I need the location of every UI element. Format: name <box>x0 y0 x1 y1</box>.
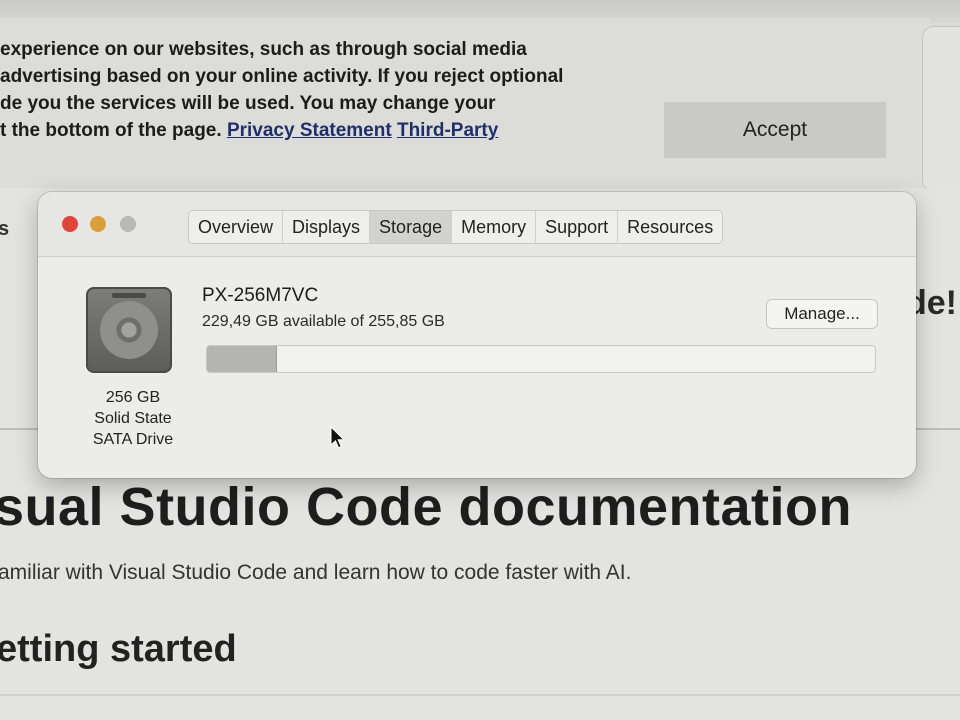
side-panel <box>922 26 960 192</box>
drive-name: PX-256M7VC <box>202 285 319 306</box>
hard-drive-icon <box>86 287 172 373</box>
page-title: sual Studio Code documentation <box>0 477 853 537</box>
drive-platter <box>100 301 158 359</box>
drive-caption: 256 GB Solid State SATA Drive <box>78 387 188 450</box>
cookie-line: de you the services will be used. You ma… <box>0 93 496 114</box>
tab-memory[interactable]: Memory <box>452 211 537 243</box>
minimize-button[interactable] <box>90 216 106 232</box>
divider <box>0 694 960 696</box>
third-party-link[interactable]: Third-Party <box>397 120 498 141</box>
tab-support[interactable]: Support <box>536 211 619 243</box>
drive-interface: SATA Drive <box>92 431 174 448</box>
close-button[interactable] <box>62 216 78 232</box>
storage-pane: 256 GB Solid State SATA Drive PX-256M7VC… <box>38 257 916 478</box>
tab-displays[interactable]: Displays <box>283 211 371 243</box>
drive-slot <box>112 293 146 298</box>
tab-resources[interactable]: Resources <box>618 211 722 243</box>
accept-button[interactable]: Accept <box>664 102 886 158</box>
tab-overview[interactable]: Overview <box>189 211 284 243</box>
cookie-text: experience on our websites, such as thro… <box>0 36 580 144</box>
privacy-statement-link[interactable]: Privacy Statement <box>227 120 392 141</box>
manage-button[interactable]: Manage... <box>766 299 878 329</box>
page-subtitle: amiliar with Visual Studio Code and lear… <box>0 561 632 584</box>
cookie-line: experience on our websites, such as thro… <box>0 39 527 60</box>
storage-usage-bar <box>206 345 876 373</box>
storage-used-segment <box>207 346 277 372</box>
cookie-line: t the bottom of the page. <box>0 120 222 141</box>
cookie-line: advertising based on your online activit… <box>0 66 564 87</box>
page-left-fragment: s <box>0 218 10 240</box>
arrow-cursor-icon <box>330 426 346 449</box>
cookie-line-last: t the bottom of the page. Privacy Statem… <box>0 117 580 144</box>
drive-availability: 229,49 GB available of 255,85 GB <box>202 313 445 330</box>
window-toolbar: Overview Displays Storage Memory Support… <box>38 192 916 257</box>
tab-bar: Overview Displays Storage Memory Support… <box>188 210 724 244</box>
about-this-mac-window: Overview Displays Storage Memory Support… <box>38 192 916 478</box>
drive-capacity: 256 GB <box>105 389 161 406</box>
drive-type: Solid State <box>94 410 172 427</box>
tab-storage[interactable]: Storage <box>370 211 453 243</box>
section-heading: etting started <box>0 628 237 670</box>
zoom-button[interactable] <box>120 216 136 232</box>
cookie-banner: experience on our websites, such as thro… <box>0 18 930 188</box>
